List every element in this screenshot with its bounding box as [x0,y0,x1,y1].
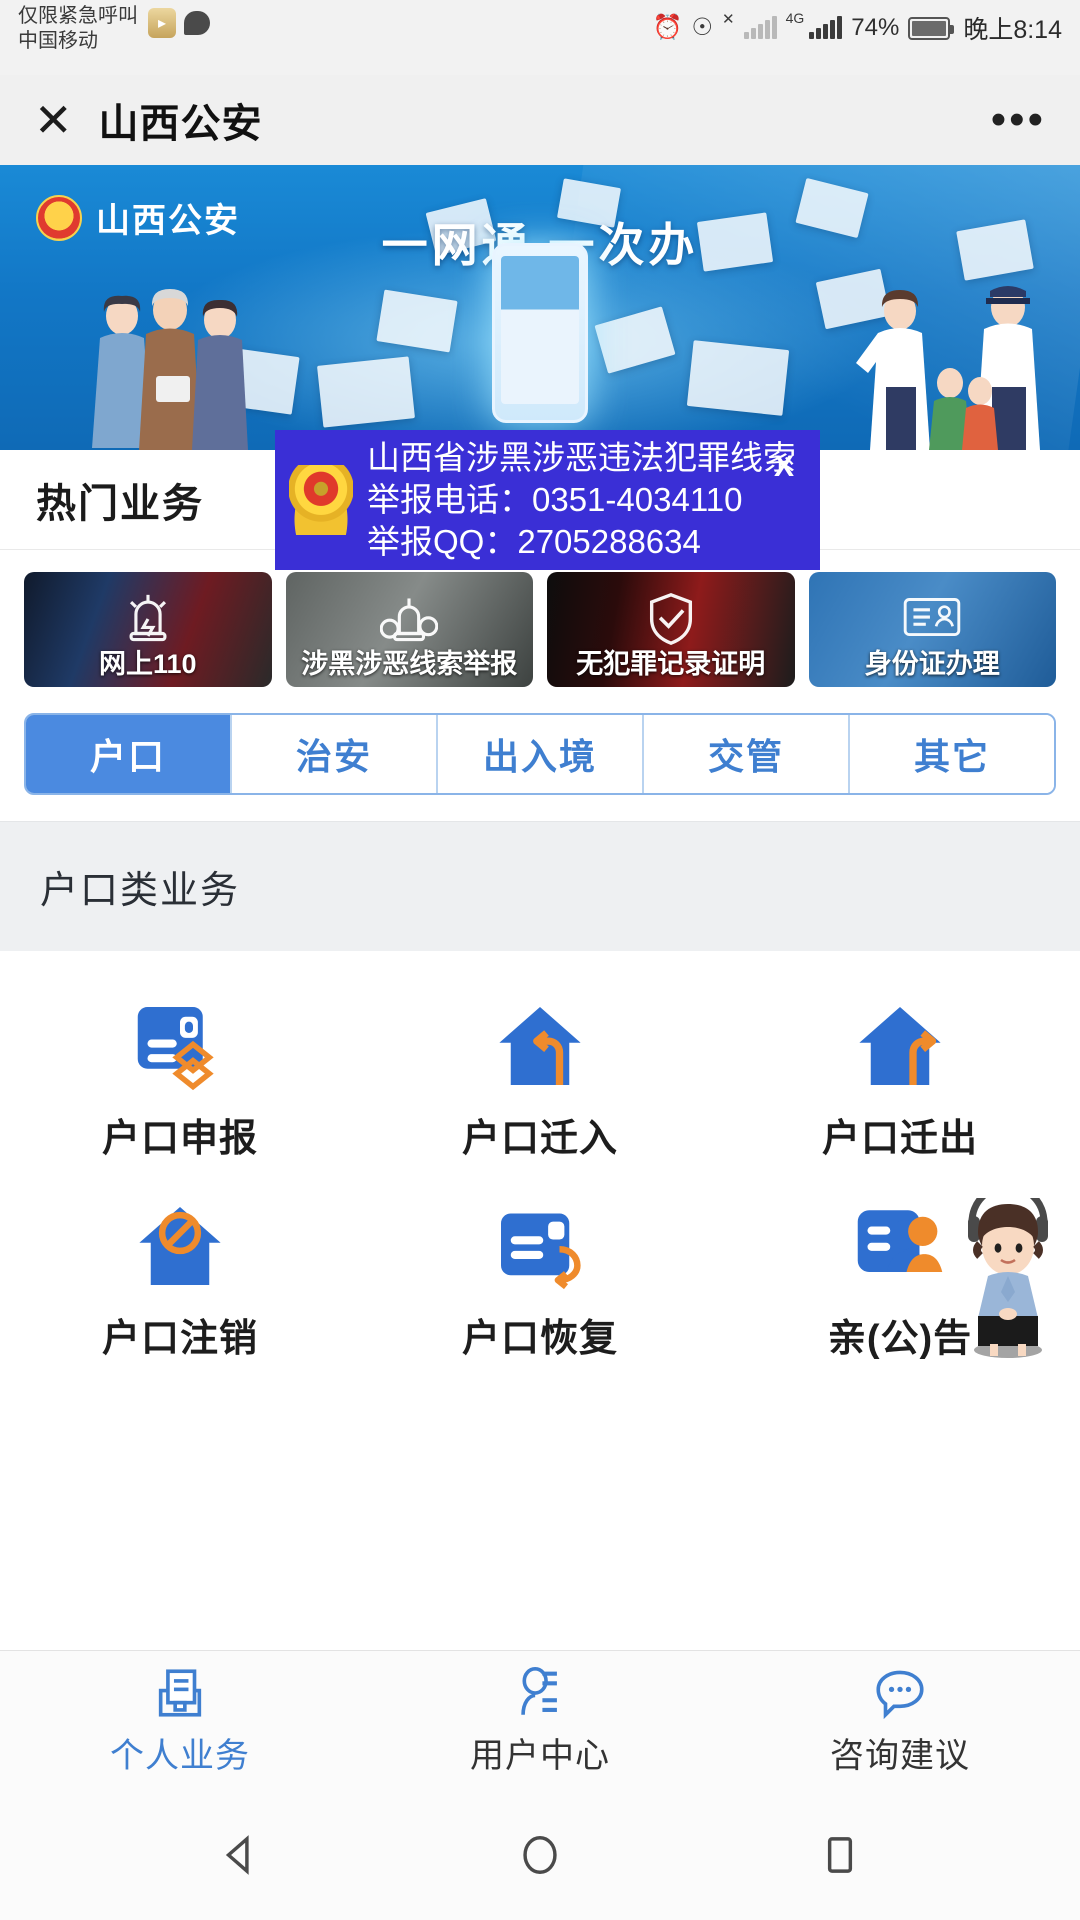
eye-icon: ☉ [691,14,714,41]
house-arrow-out-icon [848,991,952,1101]
banner-officers-illustration [856,286,1040,450]
service-grid: 户口申报 户口迁入 户口迁出 户口注销 户口恢复 亲(公)告 [0,951,1080,1391]
popup-line-1: 山西省涉黑涉恶违法犯罪线索 [367,438,796,476]
media-play-icon: ▸ [148,8,176,38]
battery-icon [908,16,955,40]
android-navigation-bar [0,1790,1080,1920]
recents-square-icon[interactable] [810,1825,870,1885]
no-signal-x-icon: ✕ [722,11,735,28]
id-card-icon [903,598,961,637]
hot-card-id-card[interactable]: 身份证办理 [808,572,1056,687]
status-left-icons: ▸ [148,4,210,38]
service-item-huko-qianru[interactable]: 户口迁入 [360,991,720,1191]
nav-label: 个人业务 [110,1737,250,1775]
popup-line-3: 举报QQ：2705288634 [367,523,701,561]
police-assistant-avatar[interactable] [944,1198,1072,1358]
hot-card-no-criminal-record[interactable]: 无犯罪记录证明 [547,572,795,687]
wechat-title-bar: ✕ 山西公安 ••• [0,75,1080,165]
tab-qita[interactable]: 其它 [850,715,1054,793]
house-arrow-in-icon [488,991,592,1101]
carrier-text: 仅限紧急呼叫 中国移动 [18,4,138,54]
status-bar: 仅限紧急呼叫 中国移动 ▸ ⏰ ☉ ✕ 4G 74% 晚上8:14 [0,0,1080,75]
police-siren-icon [129,594,167,642]
hot-card-online-110[interactable]: 网上110 [24,572,272,687]
popup-text: 山西省涉黑涉恶违法犯罪线索 举报电话：0351-4034110 举报QQ：270… [367,437,796,564]
tab-zhian[interactable]: 治安 [232,715,438,793]
status-bar-right: ⏰ ☉ ✕ 4G 74% 晚上8:14 [653,4,1062,46]
carrier-line-2: 中国移动 [18,30,98,52]
user-list-icon [521,1667,557,1715]
hot-business-title: 热门业务 [36,481,204,526]
alarm-icon: ⏰ [652,14,683,41]
popup-close-icon[interactable]: X [774,450,794,484]
popup-line-2: 举报电话：0351-4034110 [367,480,743,518]
service-item-label: 户口恢复 [461,1318,618,1360]
service-item-label: 户口申报 [101,1118,258,1160]
banner-doc-6 [317,356,415,428]
hot-business-cards: 网上110 涉黑涉恶线索举报 无犯罪记录证明 身份证办理 [0,550,1080,707]
card-person-icon [848,1191,952,1301]
nav-user-center[interactable]: 用户中心 [360,1651,720,1790]
handcuffs-siren-icon [380,598,439,642]
nav-personal-business[interactable]: 个人业务 [0,1651,360,1790]
hero-banner: 山西公安 一网通 一次办 [0,165,1080,450]
shield-check-icon [649,593,692,645]
network-type-label: 4G [785,10,805,26]
tab-jiaoguan[interactable]: 交管 [644,715,850,793]
signal-bars-icon [809,16,843,39]
nav-label: 咨询建议 [830,1737,970,1775]
police-emblem-icon [289,465,353,535]
status-bar-left: 仅限紧急呼叫 中国移动 ▸ [18,4,210,54]
service-item-huko-shenbao[interactable]: 户口申报 [0,991,360,1191]
briefcase-doc-icon [158,1669,202,1717]
report-hotline-popup[interactable]: 山西省涉黑涉恶违法犯罪线索 举报电话：0351-4034110 举报QQ：270… [275,430,820,570]
card-layers-icon [128,991,232,1101]
hot-card-label: 网上110 [98,649,197,679]
category-tabs-wrapper: 户口 治安 出入境 交管 其它 [0,707,1080,821]
category-section-title: 户口类业务 [40,870,241,912]
close-icon[interactable]: ✕ [34,97,73,143]
service-item-label: 户口迁出 [821,1118,978,1160]
hot-card-label: 涉黑涉恶线索举报 [301,649,518,679]
hot-card-crime-report[interactable]: 涉黑涉恶线索举报 [285,572,533,687]
banner-phone-illustration [492,243,588,423]
service-item-huko-zhuxiao[interactable]: 户口注销 [0,1191,360,1391]
hot-card-label: 身份证办理 [864,649,1000,679]
carrier-line-1: 仅限紧急呼叫 [18,5,138,27]
battery-percent-label: 74% [851,14,900,41]
banner-doc-5 [376,289,458,353]
bottom-navigation: 个人业务 用户中心 咨询建议 [0,1650,1080,1790]
chat-bubble-icon [876,1670,924,1720]
house-ban-icon [128,1191,232,1301]
service-item-label: 户口迁入 [461,1118,618,1160]
category-section-header: 户口类业务 [0,821,1080,951]
message-bubble-icon [184,11,210,35]
category-tabs: 户口 治安 出入境 交管 其它 [24,713,1056,795]
clock-label: 晚上8:14 [963,16,1062,44]
page-title: 山西公安 [98,102,263,146]
hot-card-label: 无犯罪记录证明 [576,649,766,679]
tab-huko[interactable]: 户口 [26,715,232,793]
tab-churujing[interactable]: 出入境 [438,715,644,793]
more-options-icon[interactable]: ••• [991,98,1046,141]
service-item-huko-qianchu[interactable]: 户口迁出 [720,991,1080,1191]
nav-label: 用户中心 [470,1737,610,1775]
service-item-label: 户口注销 [101,1318,258,1360]
banner-citizens-illustration [92,289,248,450]
service-item-huko-huifu[interactable]: 户口恢复 [360,1191,720,1391]
home-circle-icon[interactable] [510,1825,570,1885]
card-return-icon [488,1191,592,1301]
banner-doc-8 [686,340,790,416]
back-triangle-icon[interactable] [210,1825,270,1885]
title-bar-left: ✕ 山西公安 [34,91,263,149]
signal-bars-empty-icon [743,16,777,39]
nav-consult-suggest[interactable]: 咨询建议 [720,1651,1080,1790]
